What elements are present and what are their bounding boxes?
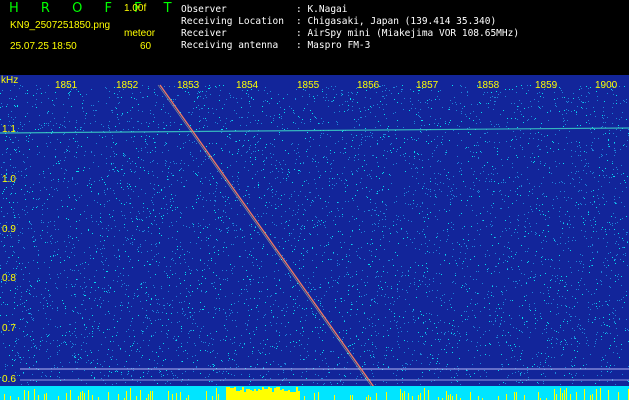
meteor-trace-glow: [157, 84, 380, 398]
time-tick-label: 1856: [357, 80, 380, 91]
freq-tick-label: 0.7: [2, 323, 16, 334]
app-logo: H R O F F T: [9, 1, 181, 16]
time-tick-label: 1852: [116, 80, 139, 91]
info-key-observer: Observer: [181, 4, 227, 15]
info-key-location: Receiving Location: [181, 16, 284, 27]
version-label: 1.00f: [124, 3, 147, 14]
spectrogram: [0, 75, 629, 400]
freq-tick-label: 0.8: [2, 273, 16, 284]
time-tick-label: 1855: [297, 80, 320, 91]
freq-tick-label: 0.6: [2, 374, 16, 385]
info-value-antenna: : Maspro FM-3: [296, 40, 371, 51]
time-tick-label: 1859: [535, 80, 558, 91]
time-tick-label: 1854: [236, 80, 259, 91]
info-value-location: : Chigasaki, Japan (139.414 35.340): [296, 16, 497, 27]
time-tick-label: 1900: [595, 80, 618, 91]
header-panel: H R O F F T 1.00f KN9_2507251850.png met…: [0, 0, 629, 74]
spectrogram-canvas: [0, 84, 629, 400]
carrier-line: [0, 127, 629, 134]
freq-tick-label: 1.1: [2, 124, 16, 135]
time-tick-label: 1851: [55, 80, 78, 91]
info-key-receiver: Receiver: [181, 28, 227, 39]
stream-label: meteor: [124, 28, 156, 39]
freq-tick-label: 1.0: [2, 174, 16, 185]
axis-unit-label: kHz: [1, 75, 19, 86]
time-tick-label: 1857: [416, 80, 439, 91]
meteor-trace: [159, 84, 382, 398]
count-label: 60: [140, 41, 152, 52]
timestamp-label: 25.07.25 18:50: [10, 41, 77, 52]
info-key-antenna: Receiving antenna: [181, 40, 279, 51]
filename-label: KN9_2507251850.png: [10, 20, 111, 31]
freq-tick-label: 0.9: [2, 224, 16, 235]
info-value-receiver: : AirSpy mini (Miakejima VOR 108.65MHz): [296, 28, 520, 39]
time-tick-label: 1853: [177, 80, 200, 91]
info-value-observer: : K.Nagai: [296, 4, 348, 15]
time-tick-label: 1858: [477, 80, 500, 91]
